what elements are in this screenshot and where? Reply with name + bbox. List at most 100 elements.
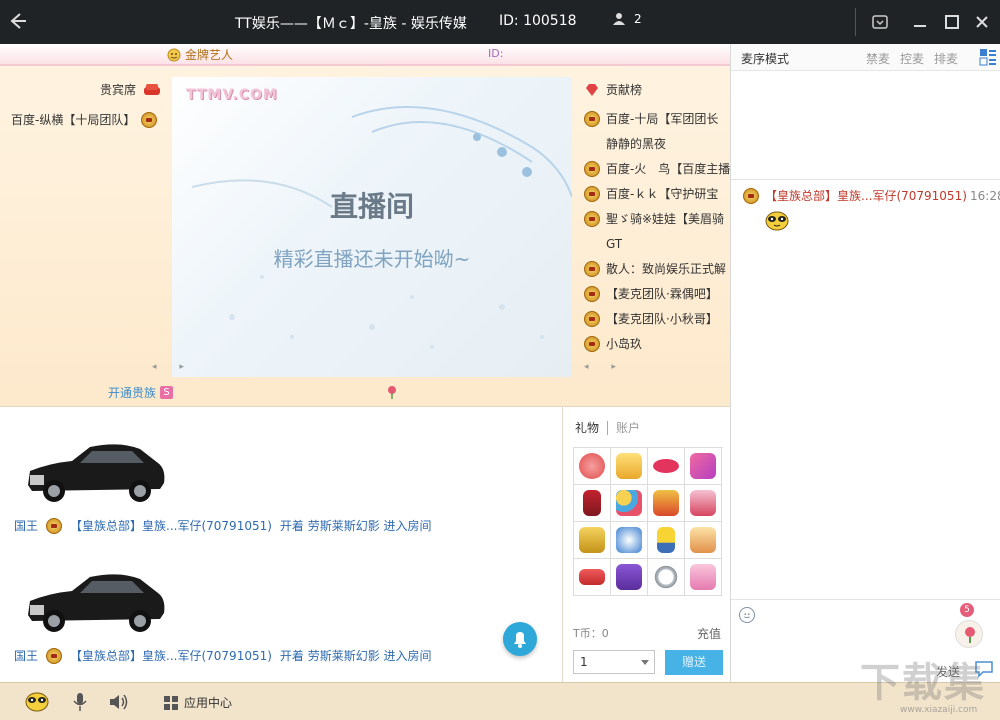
panda-avatar-icon[interactable] (24, 689, 50, 713)
clap-icon (616, 453, 642, 479)
king-medal-icon (584, 285, 600, 302)
gift-item[interactable] (574, 485, 611, 522)
noble-badge: S (160, 386, 174, 399)
app-center-button[interactable]: 应用中心 (163, 694, 232, 711)
rolls-royce-car-icon (28, 444, 165, 502)
entry-uid: (70791051) (201, 648, 272, 663)
chat-sender[interactable]: 【皇族总部】皇族...军仔(70791051) (765, 187, 967, 204)
open-noble-link[interactable]: 开通贵族 S (108, 384, 174, 401)
gift-item[interactable] (648, 522, 685, 559)
contributor-row[interactable]: 散人：致尚娱乐正式解 (584, 256, 730, 281)
entry-user[interactable]: 【皇族总部】皇族...军仔 (70, 517, 201, 534)
king-medal-icon (584, 160, 600, 177)
stage-header: 金牌艺人 ID: (0, 44, 730, 66)
contributor-row[interactable]: 百度-火 鸟【百度主播 (584, 156, 730, 181)
diamond-icon (586, 83, 598, 96)
mic-option-control[interactable]: 控麦 (900, 50, 924, 67)
gift-item[interactable] (685, 559, 722, 596)
video-player[interactable]: TTMV.COM 直播间 精彩直播还未开始呦~ (172, 77, 572, 377)
vip-seat-name: 百度-纵横【十局团队】 (11, 113, 136, 127)
close-icon[interactable] (972, 12, 992, 32)
tab-account[interactable]: 账户 (616, 419, 640, 436)
gift-item[interactable] (685, 522, 722, 559)
send-flower-button[interactable] (955, 620, 983, 648)
back-arrow-icon[interactable] (6, 10, 28, 32)
contributor-name: 小岛玖 (606, 337, 643, 351)
gift-item[interactable] (611, 522, 648, 559)
ring-icon (653, 564, 679, 590)
site-watermark: 下载集 (860, 660, 986, 706)
contribution-pager[interactable]: ◂ ▸ (584, 362, 626, 372)
vip-seats-label: 贵宾席 (100, 83, 137, 97)
king-medal-icon (584, 310, 600, 327)
gift-item[interactable] (574, 448, 611, 485)
gift-panel: 礼物 账户 T币：0 充值 1 赠送 (562, 406, 730, 682)
gift-quantity-select[interactable]: 1 (573, 650, 655, 674)
contributor-name: 百度-火 鸟【百度主播 (605, 162, 730, 176)
gift-item[interactable] (611, 448, 648, 485)
contribution-title: 贡献榜 (584, 81, 642, 98)
mic-queue-list (731, 72, 1000, 180)
gift-item[interactable] (611, 559, 648, 596)
vip-pager[interactable]: ◂ ▸ (152, 362, 194, 372)
chat-time: 16:28 (970, 188, 1000, 203)
smiley-badge-icon (167, 48, 181, 61)
tab-gifts[interactable]: 礼物 (575, 419, 599, 436)
t-coin-balance: T币：0 (573, 627, 609, 640)
microphone-icon[interactable] (72, 692, 88, 712)
emoji-picker-icon[interactable] (739, 607, 755, 623)
gift-item[interactable] (648, 448, 685, 485)
gift-item[interactable] (685, 485, 722, 522)
dropdown-menu-icon[interactable] (870, 12, 890, 32)
contributor-row[interactable]: GT (584, 231, 730, 256)
cake-icon (690, 490, 716, 516)
contributor-row[interactable]: 聖ゞ骑※娃娃【美眉骑 (584, 206, 730, 231)
contributor-name: 散人：致尚娱乐正式解 (606, 262, 727, 276)
gift-item[interactable] (648, 485, 685, 522)
contributor-row[interactable]: 【麦克团队·霖偶吧】 (584, 281, 730, 306)
gift-item[interactable] (574, 522, 611, 559)
notification-bell-button[interactable] (503, 622, 537, 656)
king-medal-icon (584, 110, 600, 127)
contributor-name: 静静的黑夜 (606, 137, 667, 151)
maximize-icon[interactable] (942, 12, 962, 32)
flower-count-badge: 5 (960, 603, 974, 617)
video-logo: TTMV.COM (186, 87, 278, 103)
gift-item[interactable] (611, 485, 648, 522)
car-icon (579, 569, 605, 585)
gift-item[interactable] (574, 559, 611, 596)
online-users[interactable]: 2 (612, 12, 642, 26)
contributor-name: GT (606, 236, 623, 251)
give-gift-button[interactable]: 赠送 (665, 650, 723, 675)
speaker-icon[interactable] (108, 692, 130, 712)
entry-action: 开着 劳斯莱斯幻影 进入房间 (279, 649, 432, 663)
live-stage: 金牌艺人 ID: 贵宾席 百度-纵横【十局团队】 TTMV.COM 直播间 精彩… (0, 44, 730, 406)
entry-action: 开着 劳斯莱斯幻影 进入房间 (279, 519, 432, 533)
king-medal-icon (46, 517, 63, 534)
vip-seat-item[interactable]: 百度-纵横【十局团队】 (11, 111, 158, 128)
king-medal-icon (584, 210, 600, 227)
minimize-icon[interactable] (910, 12, 930, 32)
microphone-icon (579, 527, 605, 553)
gold-artist-label[interactable]: 金牌艺人 (167, 46, 233, 63)
app-grid-icon (164, 695, 178, 710)
contributor-name: 【麦克团队·小秋哥】 (606, 312, 718, 326)
gift-item[interactable] (685, 448, 722, 485)
flower-icon[interactable] (385, 384, 399, 400)
chat-panel: 麦序模式 禁麦 控麦 排麦 【皇族总部】皇族...军仔(70791051) 16… (730, 44, 1000, 682)
mic-option-queue[interactable]: 排麦 (934, 50, 958, 67)
contributor-row[interactable]: 静静的黑夜 (584, 131, 730, 156)
bottom-toolbar: 应用中心 (0, 682, 1000, 720)
contributor-row[interactable]: 百度-十局【军团团长 (584, 106, 730, 131)
gift-item[interactable] (648, 559, 685, 596)
contributor-row[interactable]: 【麦克团队·小秋哥】 (584, 306, 730, 331)
contributor-row[interactable]: 百度-ｋｋ【守护研宝 (584, 181, 730, 206)
grid-layout-icon[interactable] (979, 48, 997, 66)
recharge-link[interactable]: 充值 (697, 625, 721, 642)
vip-seats-title: 贵宾席 (100, 81, 162, 98)
gift-quantity-value: 1 (580, 655, 588, 669)
entry-user[interactable]: 【皇族总部】皇族...军仔 (70, 647, 201, 664)
mic-option-disable[interactable]: 禁麦 (866, 50, 890, 67)
contributor-row[interactable]: 小岛玖 (584, 331, 730, 356)
gift-tabs: 礼物 账户 (575, 419, 640, 436)
